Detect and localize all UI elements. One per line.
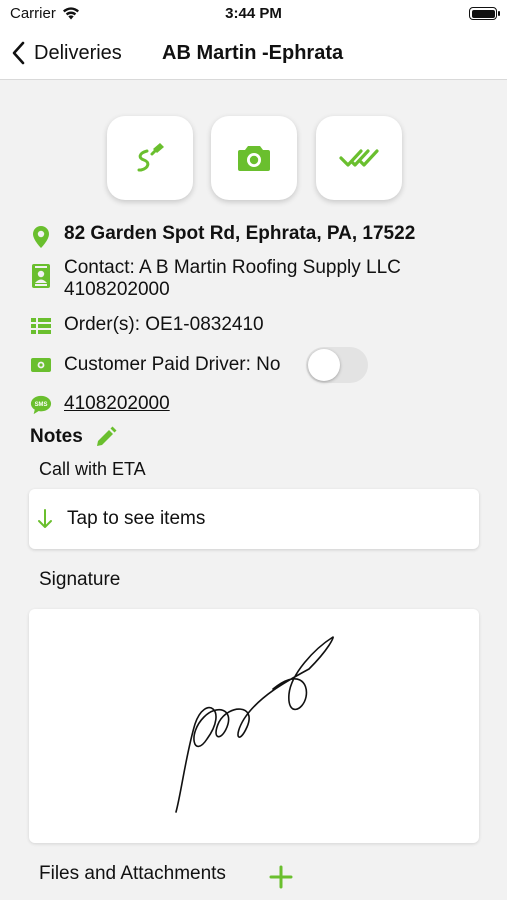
complete-delivery-button[interactable]	[316, 116, 402, 200]
contact-phone: 4108202000	[64, 279, 170, 300]
signature-label: Signature	[39, 569, 121, 590]
customer-paid-toggle[interactable]	[306, 347, 368, 383]
double-check-icon	[339, 149, 379, 167]
navigation-bar: Deliveries AB Martin -Ephrata	[0, 28, 507, 80]
sms-row: SMS 4108202000	[30, 393, 170, 416]
location-pin-icon	[33, 226, 49, 248]
contact-row: Contact: A B Martin Roofing Supply LLC 4…	[30, 257, 401, 301]
svg-text:SMS: SMS	[35, 402, 48, 408]
camera-icon	[238, 146, 270, 171]
order-numbers: Order(s): OE1-0832410	[64, 314, 264, 335]
status-time: 3:44 PM	[225, 5, 282, 22]
customer-paid-label: Customer Paid Driver: No	[64, 354, 281, 375]
address-row[interactable]: 82 Garden Spot Rd, Ephrata, PA, 17522	[30, 223, 415, 249]
chevron-left-icon	[12, 41, 25, 65]
camera-button[interactable]	[211, 116, 297, 200]
plus-icon	[269, 865, 293, 889]
sms-icon: SMS	[30, 395, 52, 415]
notes-text: Call with ETA	[39, 459, 146, 479]
battery-icon	[469, 7, 500, 20]
see-items-button[interactable]: Tap to see items	[29, 489, 479, 549]
customer-paid-row: Customer Paid Driver: No	[30, 354, 280, 376]
status-bar: Carrier 3:44 PM	[0, 0, 507, 28]
list-icon	[31, 318, 51, 334]
signature-icon	[137, 143, 164, 172]
contact-details: Contact: A B Martin Roofing Supply LLC 4…	[64, 257, 401, 301]
cash-icon	[31, 358, 51, 372]
add-attachment-button[interactable]	[266, 862, 296, 892]
signature-button[interactable]	[107, 116, 193, 200]
arrow-down-icon	[38, 509, 52, 528]
notes-label: Notes	[30, 426, 83, 447]
files-label: Files and Attachments	[39, 863, 226, 884]
delivery-address: 82 Garden Spot Rd, Ephrata, PA, 17522	[64, 223, 416, 244]
see-items-label: Tap to see items	[67, 508, 206, 529]
orders-row: Order(s): OE1-0832410	[30, 314, 264, 336]
pencil-icon[interactable]	[95, 426, 117, 448]
signature-pad[interactable]	[29, 609, 479, 843]
notes-heading: Notes	[30, 426, 117, 448]
back-label: Deliveries	[34, 41, 122, 64]
toggle-knob	[308, 349, 340, 381]
page-title: AB Martin -Ephrata	[162, 42, 344, 64]
signature-drawing	[175, 636, 334, 813]
sms-phone-link[interactable]: 4108202000	[64, 393, 170, 415]
contact-card-icon	[32, 264, 50, 288]
contact-name: Contact: A B Martin Roofing Supply LLC	[64, 257, 401, 278]
back-button[interactable]: Deliveries	[12, 38, 122, 68]
